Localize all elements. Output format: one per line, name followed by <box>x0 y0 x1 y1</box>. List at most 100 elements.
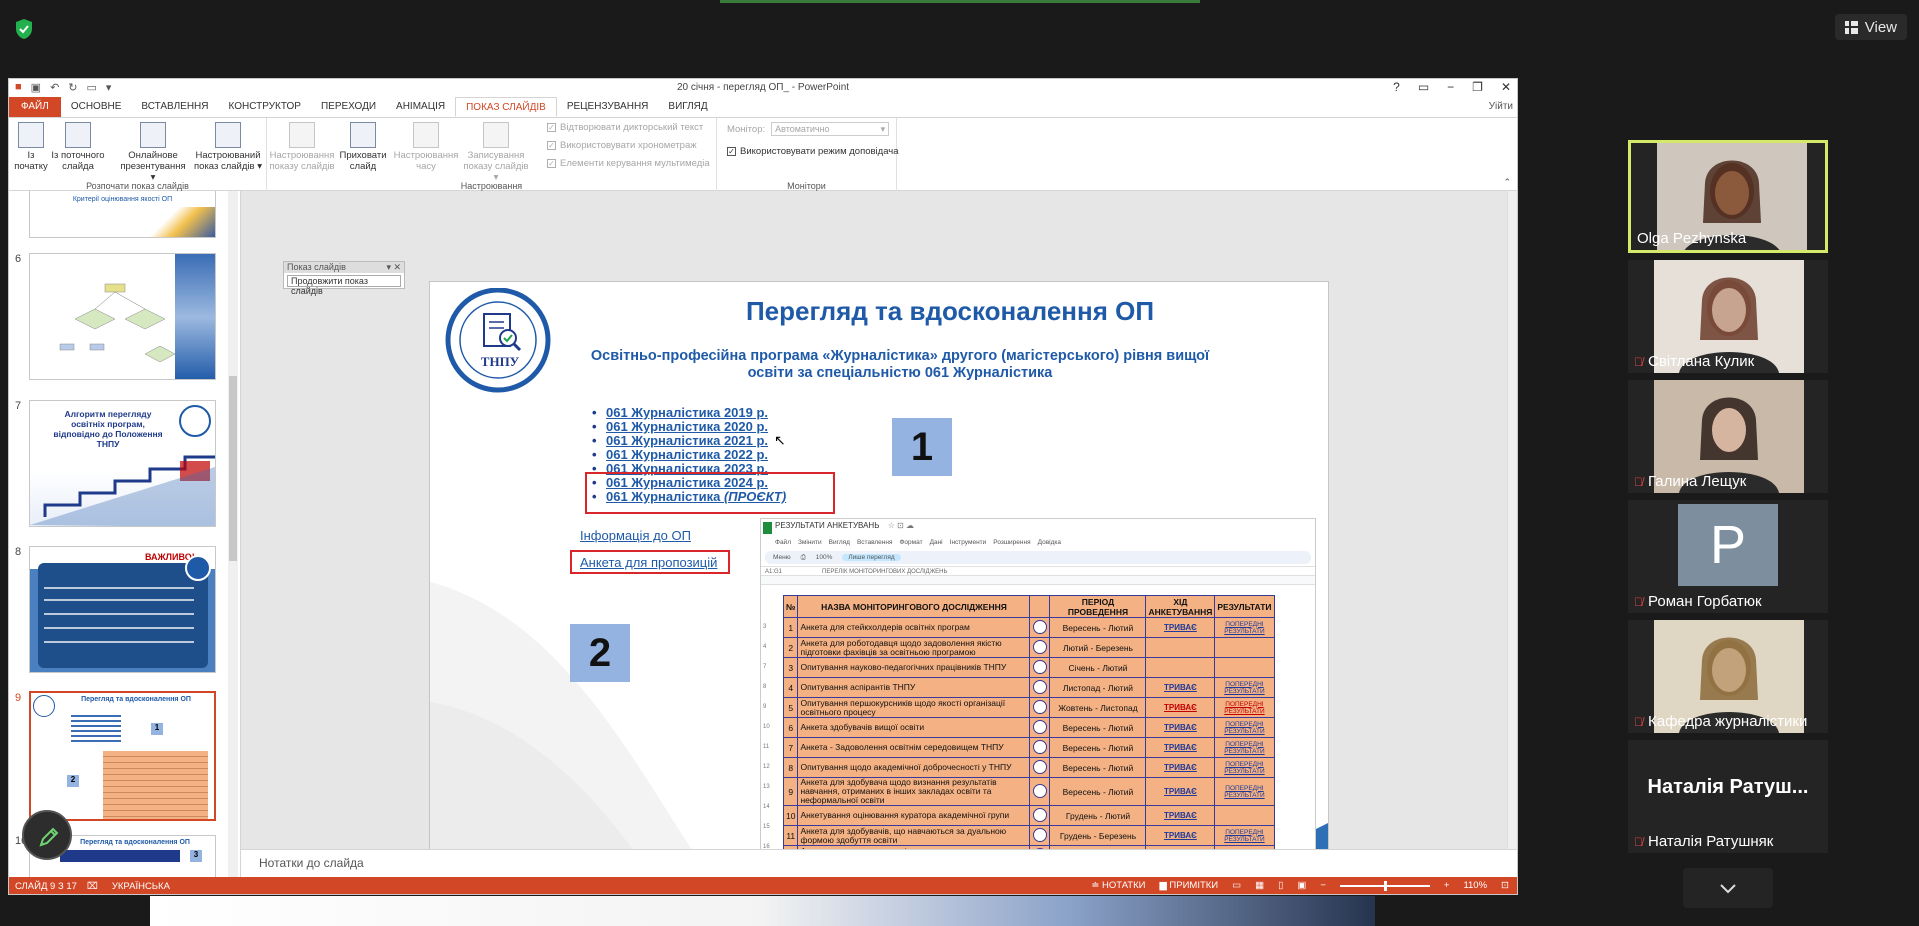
survey-name-cell: Опитування аспірантів ТНПУ <box>797 677 1031 698</box>
slide-sorter-icon[interactable]: ▦ <box>1255 880 1264 891</box>
thumbnail-slide-8[interactable]: ВАЖЛИВО! <box>29 546 216 673</box>
notes-pane[interactable]: Нотатки до слайда <box>241 849 1517 877</box>
view-button-label: View <box>1864 18 1897 36</box>
thumbnail-slide-7[interactable]: Алгоритм перегляду освітніх програм, від… <box>29 400 216 527</box>
custom-slideshow-button[interactable]: Настроюваний показ слайдів ▾ <box>191 122 265 172</box>
view-button[interactable]: View <box>1834 14 1907 40</box>
participant-tile[interactable]: Наталія Ратуш... 🎙̸ Наталія Ратушняк <box>1628 740 1828 853</box>
use-timings-checkbox[interactable]: ✓ Використовувати хронометраж <box>547 140 697 151</box>
spellcheck-icon[interactable]: ⌧ <box>77 881 98 892</box>
fit-slide-icon[interactable]: ⊡ <box>1501 880 1509 891</box>
monitor-dropdown[interactable]: Автоматично ▾ <box>771 122 890 136</box>
thumb-5-decoration <box>135 207 215 237</box>
thumbnail-scrollbar[interactable] <box>228 191 238 877</box>
resume-slideshow-button[interactable]: Продовжити показ слайдів <box>287 275 401 296</box>
slideshow-view-icon[interactable]: ▣ <box>1297 880 1306 891</box>
muted-mic-icon: 🎙̸ <box>1634 714 1643 729</box>
restore-icon[interactable]: ❐ <box>1472 80 1483 94</box>
tab-4[interactable]: ПЕРЕХОДИ <box>311 97 386 117</box>
rehearse-timings-button[interactable]: Настроювання часу <box>393 122 459 172</box>
tab-7[interactable]: РЕЦЕНЗУВАННЯ <box>557 97 659 117</box>
floating-panel-header[interactable]: Показ слайдів ▾ ✕ <box>284 262 404 273</box>
row-number: 15 <box>763 824 770 830</box>
tab-3[interactable]: КОНСТРУКТОР <box>219 97 311 117</box>
participant-tile[interactable]: 🎙̸ Кафедра журналістики <box>1628 620 1828 733</box>
tab-6[interactable]: ПОКАЗ СЛАЙДІВ <box>455 97 557 117</box>
status-cell: ТРИВАЄ <box>1145 737 1216 758</box>
thumb-8-lines <box>44 587 194 589</box>
window-title: 20 січня - перегляд ОП_ - PowerPoint <box>676 82 850 93</box>
help-icon[interactable]: ? <box>1393 80 1400 94</box>
language-indicator[interactable]: УКРАЇНСЬКА <box>98 881 170 892</box>
floating-panel-close-icon[interactable]: ▾ ✕ <box>386 262 401 273</box>
tab-1[interactable]: ОСНОВНЕ <box>61 97 132 117</box>
survey-link-cell <box>1029 825 1051 846</box>
zoom-out-icon[interactable]: − <box>1320 880 1326 891</box>
zoom-in-icon[interactable]: + <box>1444 880 1450 891</box>
setup-slideshow-button[interactable]: Настроювання показу слайдів <box>269 122 335 172</box>
zoom-slider[interactable] <box>1339 880 1430 891</box>
sheet-menu-item: Вигляд <box>828 539 850 546</box>
results-cell: ПОПЕРЕДНІ РЕЗУЛЬТАТИ <box>1214 677 1275 698</box>
from-current-slide-button[interactable]: Із поточного слайда <box>51 122 105 172</box>
notes-toggle-button[interactable]: ≐ НОТАТКИ <box>1091 880 1145 891</box>
screen-share-indicator <box>720 0 1200 3</box>
thumbnail-slide-6[interactable] <box>29 253 216 380</box>
program-link-2021[interactable]: 061 Журналістика 2021 р. <box>592 434 786 449</box>
tab-0[interactable]: ФАЙЛ <box>9 97 61 117</box>
ribbon-display-icon[interactable]: ▭ <box>1418 80 1429 94</box>
tab-5[interactable]: АНІМАЦІЯ <box>386 97 455 117</box>
from-beginning-button[interactable]: Із початку <box>13 122 49 172</box>
participant-tile[interactable]: P 🎙̸ Роман Горбатюк <box>1628 500 1828 613</box>
sign-in-link[interactable]: Уійти <box>1489 101 1513 112</box>
program-link-2020[interactable]: 061 Журналістика 2020 р. <box>592 420 786 435</box>
current-slide[interactable]: ТНПУ Перегляд та вдосконалення ОП Освітн… <box>429 281 1329 849</box>
participant-tile[interactable]: 🎙̸ Галина Лещук <box>1628 380 1828 493</box>
hide-slide-button[interactable]: Приховати слайд <box>337 122 389 172</box>
thumbnail-slide-5[interactable]: Критерії оцінювання якості ОП <box>29 191 216 238</box>
row-number: 4 <box>763 644 767 650</box>
presenter-view-checkbox[interactable]: ✓ Використовувати режим доповідача <box>727 146 899 157</box>
thumbnail-scroll-thumb[interactable] <box>229 376 237 561</box>
minimize-icon[interactable]: − <box>1447 80 1454 94</box>
thumb-7-steps <box>30 455 215 526</box>
use-timings-label: Використовувати хронометраж <box>560 140 697 151</box>
program-link-2022[interactable]: 061 Журналістика 2022 р. <box>592 448 786 463</box>
thumbnail-slide-9-selected[interactable]: Перегляд та вдосконалення ОП 1 2 <box>29 691 216 821</box>
survey-link-icon <box>1032 719 1047 734</box>
annotate-pen-button[interactable] <box>22 810 72 860</box>
scroll-participants-button[interactable] <box>1683 868 1773 908</box>
anketa-link[interactable]: Анкета для пропозицій <box>580 555 717 570</box>
play-narrations-checkbox[interactable]: ✓ Відтворювати дикторський текст <box>547 122 703 133</box>
collapse-ribbon-icon[interactable]: ⌃ <box>1503 177 1511 188</box>
sheet-menu-item: Файл <box>775 539 791 546</box>
reading-view-icon[interactable]: ▯ <box>1278 880 1283 891</box>
status-cell: ТРИВАЄ <box>1145 777 1216 806</box>
zoom-level[interactable]: 110% <box>1463 880 1487 891</box>
participant-tile[interactable]: Olga Pezhynska <box>1628 140 1828 253</box>
sheet-row-numbers: 34789101112131415161718 <box>763 595 770 849</box>
record-slideshow-button[interactable]: Записування показу слайдів ▾ <box>463 122 529 183</box>
tab-8[interactable]: ВИГЛЯД <box>658 97 717 117</box>
tab-2[interactable]: ВСТАВЛЕННЯ <box>131 97 218 117</box>
participant-tile[interactable]: 🎙̸ Світлана Кулик <box>1628 260 1828 373</box>
status-cell: ТРИВАЄ <box>1145 617 1216 638</box>
present-online-button[interactable]: Онлайнове презентування ▾ <box>117 122 189 183</box>
results-cell: ПОПЕРЕДНІ РЕЗУЛЬТАТИ <box>1214 737 1275 758</box>
period-cell: Грудень - Лютий <box>1049 805 1147 826</box>
normal-view-icon[interactable]: ▭ <box>1232 880 1241 891</box>
program-link-2019[interactable]: 061 Журналістика 2019 р. <box>592 406 786 421</box>
row-number: 13 <box>763 784 770 790</box>
slide-vertical-scrollbar[interactable] <box>1507 191 1517 849</box>
comments-toggle-button[interactable]: ▆ ПРИМІТКИ <box>1159 880 1218 891</box>
security-shield-icon[interactable] <box>14 18 34 40</box>
status-cell: ТРИВАЄ <box>1145 677 1216 698</box>
zoom-slider-thumb[interactable] <box>1383 880 1387 891</box>
close-icon[interactable]: ✕ <box>1501 80 1511 94</box>
show-media-controls-checkbox[interactable]: ✓ Елементи керування мультимедіа <box>547 158 710 169</box>
survey-link-icon <box>1032 739 1047 754</box>
info-link[interactable]: Інформація до ОП <box>580 528 691 543</box>
participant-avatar: P <box>1678 504 1778 586</box>
results-cell: ПОПЕРЕДНІ РЕЗУЛЬТАТИ <box>1214 617 1275 638</box>
monitor-select[interactable]: Монітор: Автоматично ▾ <box>727 122 890 136</box>
